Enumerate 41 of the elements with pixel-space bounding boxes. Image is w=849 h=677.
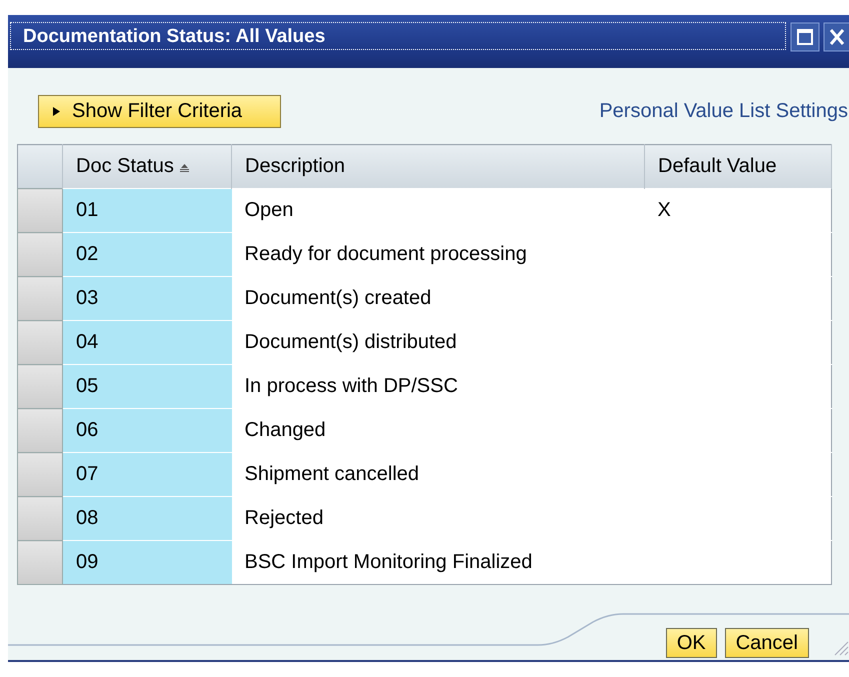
- row-selector[interactable]: [18, 364, 62, 408]
- table-cell: 07: [62, 452, 232, 496]
- table-cell: BSC Import Monitoring Finalized: [232, 540, 644, 584]
- table-cell: 01: [62, 188, 232, 232]
- row-selector[interactable]: [18, 452, 62, 496]
- table-cell: Document(s) distributed: [232, 320, 644, 364]
- table-cell: 08: [62, 496, 232, 540]
- show-filter-button[interactable]: Show Filter Criteria: [38, 95, 281, 128]
- column-header[interactable]: Default Value: [644, 144, 832, 188]
- table-cell: 05: [62, 364, 232, 408]
- row-selector[interactable]: [18, 276, 62, 320]
- row-selector[interactable]: [18, 188, 62, 232]
- row-selector[interactable]: [18, 540, 62, 584]
- table-cell: Document(s) created: [232, 276, 644, 320]
- table-cell: 06: [62, 408, 232, 452]
- table-cell: 03: [62, 276, 232, 320]
- sort-icon: [180, 164, 189, 172]
- table-cell: 09: [62, 540, 232, 584]
- column-header[interactable]: Doc Status: [62, 144, 232, 188]
- row-selector[interactable]: [18, 320, 62, 364]
- maximize-icon[interactable]: [790, 22, 820, 52]
- table-cell: Rejected: [232, 496, 644, 540]
- row-selector[interactable]: [18, 408, 62, 452]
- row-selector[interactable]: [18, 232, 62, 276]
- table-cell: Ready for document processing: [232, 232, 644, 276]
- triangle-icon: [53, 107, 60, 116]
- dialog-button[interactable]: Cancel: [724, 628, 809, 658]
- row-selector[interactable]: [18, 496, 62, 540]
- table-cell: In process with DP/SSC: [232, 364, 644, 408]
- table-cell: 02: [62, 232, 232, 276]
- close-icon[interactable]: [823, 22, 849, 52]
- table-cell: Changed: [232, 408, 644, 452]
- table-cell: Open: [232, 188, 644, 232]
- table-cell: Shipment cancelled: [232, 452, 644, 496]
- window-title: Documentation Status: All Values: [10, 22, 786, 50]
- table-cell: X: [644, 188, 832, 232]
- settings-link[interactable]: Personal Value List Settings: [599, 100, 848, 123]
- table-cell: 04: [62, 320, 232, 364]
- dialog-button[interactable]: OK: [666, 628, 717, 658]
- column-header[interactable]: Description: [232, 144, 644, 188]
- select-all-cell[interactable]: [18, 144, 62, 188]
